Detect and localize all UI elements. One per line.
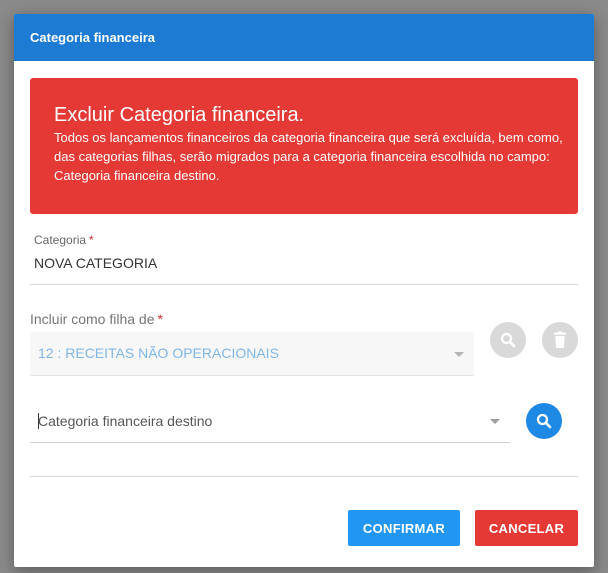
- form-divider: [30, 476, 578, 477]
- delete-filha-button[interactable]: [542, 322, 578, 358]
- search-filha-button[interactable]: [490, 322, 526, 358]
- filha-select-value: 12 : RECEITAS NÃO OPERACIONAIS: [38, 345, 279, 361]
- chevron-down-icon: [454, 352, 464, 357]
- filha-underline: [30, 375, 474, 376]
- search-icon: [536, 413, 552, 429]
- destino-underline: [30, 442, 510, 443]
- dialog-header: Categoria financeira: [14, 14, 594, 61]
- search-destino-button[interactable]: [526, 403, 562, 439]
- destino-input[interactable]: Categoria financeira destino: [38, 413, 212, 429]
- alert-title: Excluir Categoria financeira.: [54, 104, 305, 126]
- filha-select[interactable]: 12 : RECEITAS NÃO OPERACIONAIS: [30, 332, 474, 375]
- filha-label: Incluir como filha de *: [30, 311, 163, 327]
- required-mark: *: [89, 233, 94, 247]
- delete-warning-alert: Excluir Categoria financeira. Todos os l…: [30, 78, 578, 214]
- chevron-down-icon[interactable]: [490, 419, 500, 424]
- alert-message: Todos os lançamentos financeiros da cate…: [54, 130, 563, 183]
- categoria-underline: [30, 284, 578, 285]
- categoria-dialog: Categoria financeira Excluir Categoria f…: [14, 14, 594, 567]
- search-icon: [500, 332, 516, 348]
- required-mark: *: [157, 311, 163, 327]
- categoria-label: Categoria *: [34, 233, 94, 247]
- trash-icon: [554, 331, 566, 348]
- confirm-button[interactable]: CONFIRMAR: [348, 510, 460, 546]
- dialog-title: Categoria financeira: [30, 30, 155, 45]
- filha-label-text: Incluir como filha de: [30, 311, 155, 327]
- categoria-field[interactable]: NOVA CATEGORIA: [34, 255, 157, 271]
- cancel-button[interactable]: CANCELAR: [475, 510, 578, 546]
- categoria-label-text: Categoria: [34, 233, 87, 247]
